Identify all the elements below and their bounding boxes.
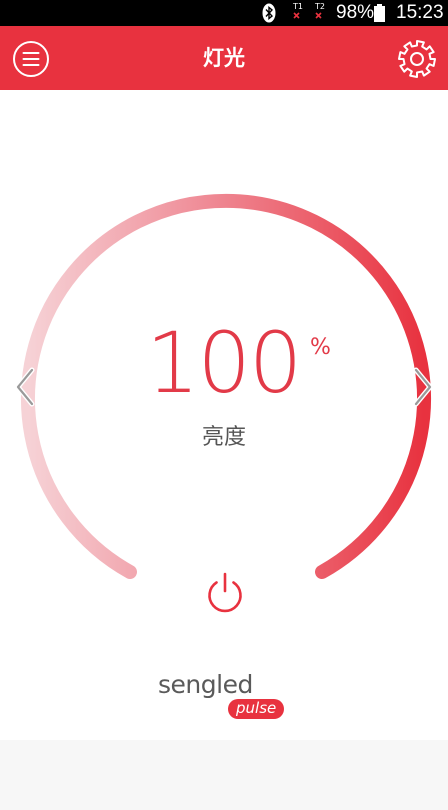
svg-text:T2: T2 [314, 2, 325, 11]
clock: 15:23 [396, 2, 444, 23]
power-button[interactable] [202, 571, 248, 617]
battery-icon [374, 4, 385, 22]
status-bar: T1 T2 98% 15:23 [0, 0, 448, 26]
app-header: 灯光 [0, 26, 448, 90]
battery-percentage: 98% [336, 2, 375, 23]
settings-button[interactable] [396, 38, 438, 80]
menu-icon [13, 41, 49, 77]
bottom-area [0, 740, 448, 810]
brightness-value: 100 [146, 314, 302, 412]
brand-product-badge: pulse [228, 699, 285, 719]
sim1-no-signal-icon: T1 [292, 2, 303, 19]
next-button[interactable] [410, 366, 436, 408]
gear-center [410, 52, 424, 66]
brand-logo: sengled pulse [158, 670, 292, 722]
svg-text:T1: T1 [292, 2, 303, 11]
page-title: 灯光 [203, 46, 245, 70]
gear-outline [398, 40, 436, 78]
brand-name: sengled [158, 670, 253, 699]
power-icon [208, 572, 242, 613]
bluetooth-icon [262, 3, 276, 23]
brightness-label: 亮度 [201, 425, 246, 450]
sim2-no-signal-icon: T2 [314, 2, 325, 19]
menu-button[interactable] [12, 40, 50, 78]
brightness-unit: % [310, 335, 331, 360]
chevron-right-icon [413, 367, 433, 407]
gear-icon [398, 40, 436, 78]
app-screen: T1 T2 98% 15:23 灯光 100 % 亮度 sengled puls… [0, 0, 448, 810]
chevron-left-icon [15, 367, 35, 407]
previous-button[interactable] [12, 366, 38, 408]
